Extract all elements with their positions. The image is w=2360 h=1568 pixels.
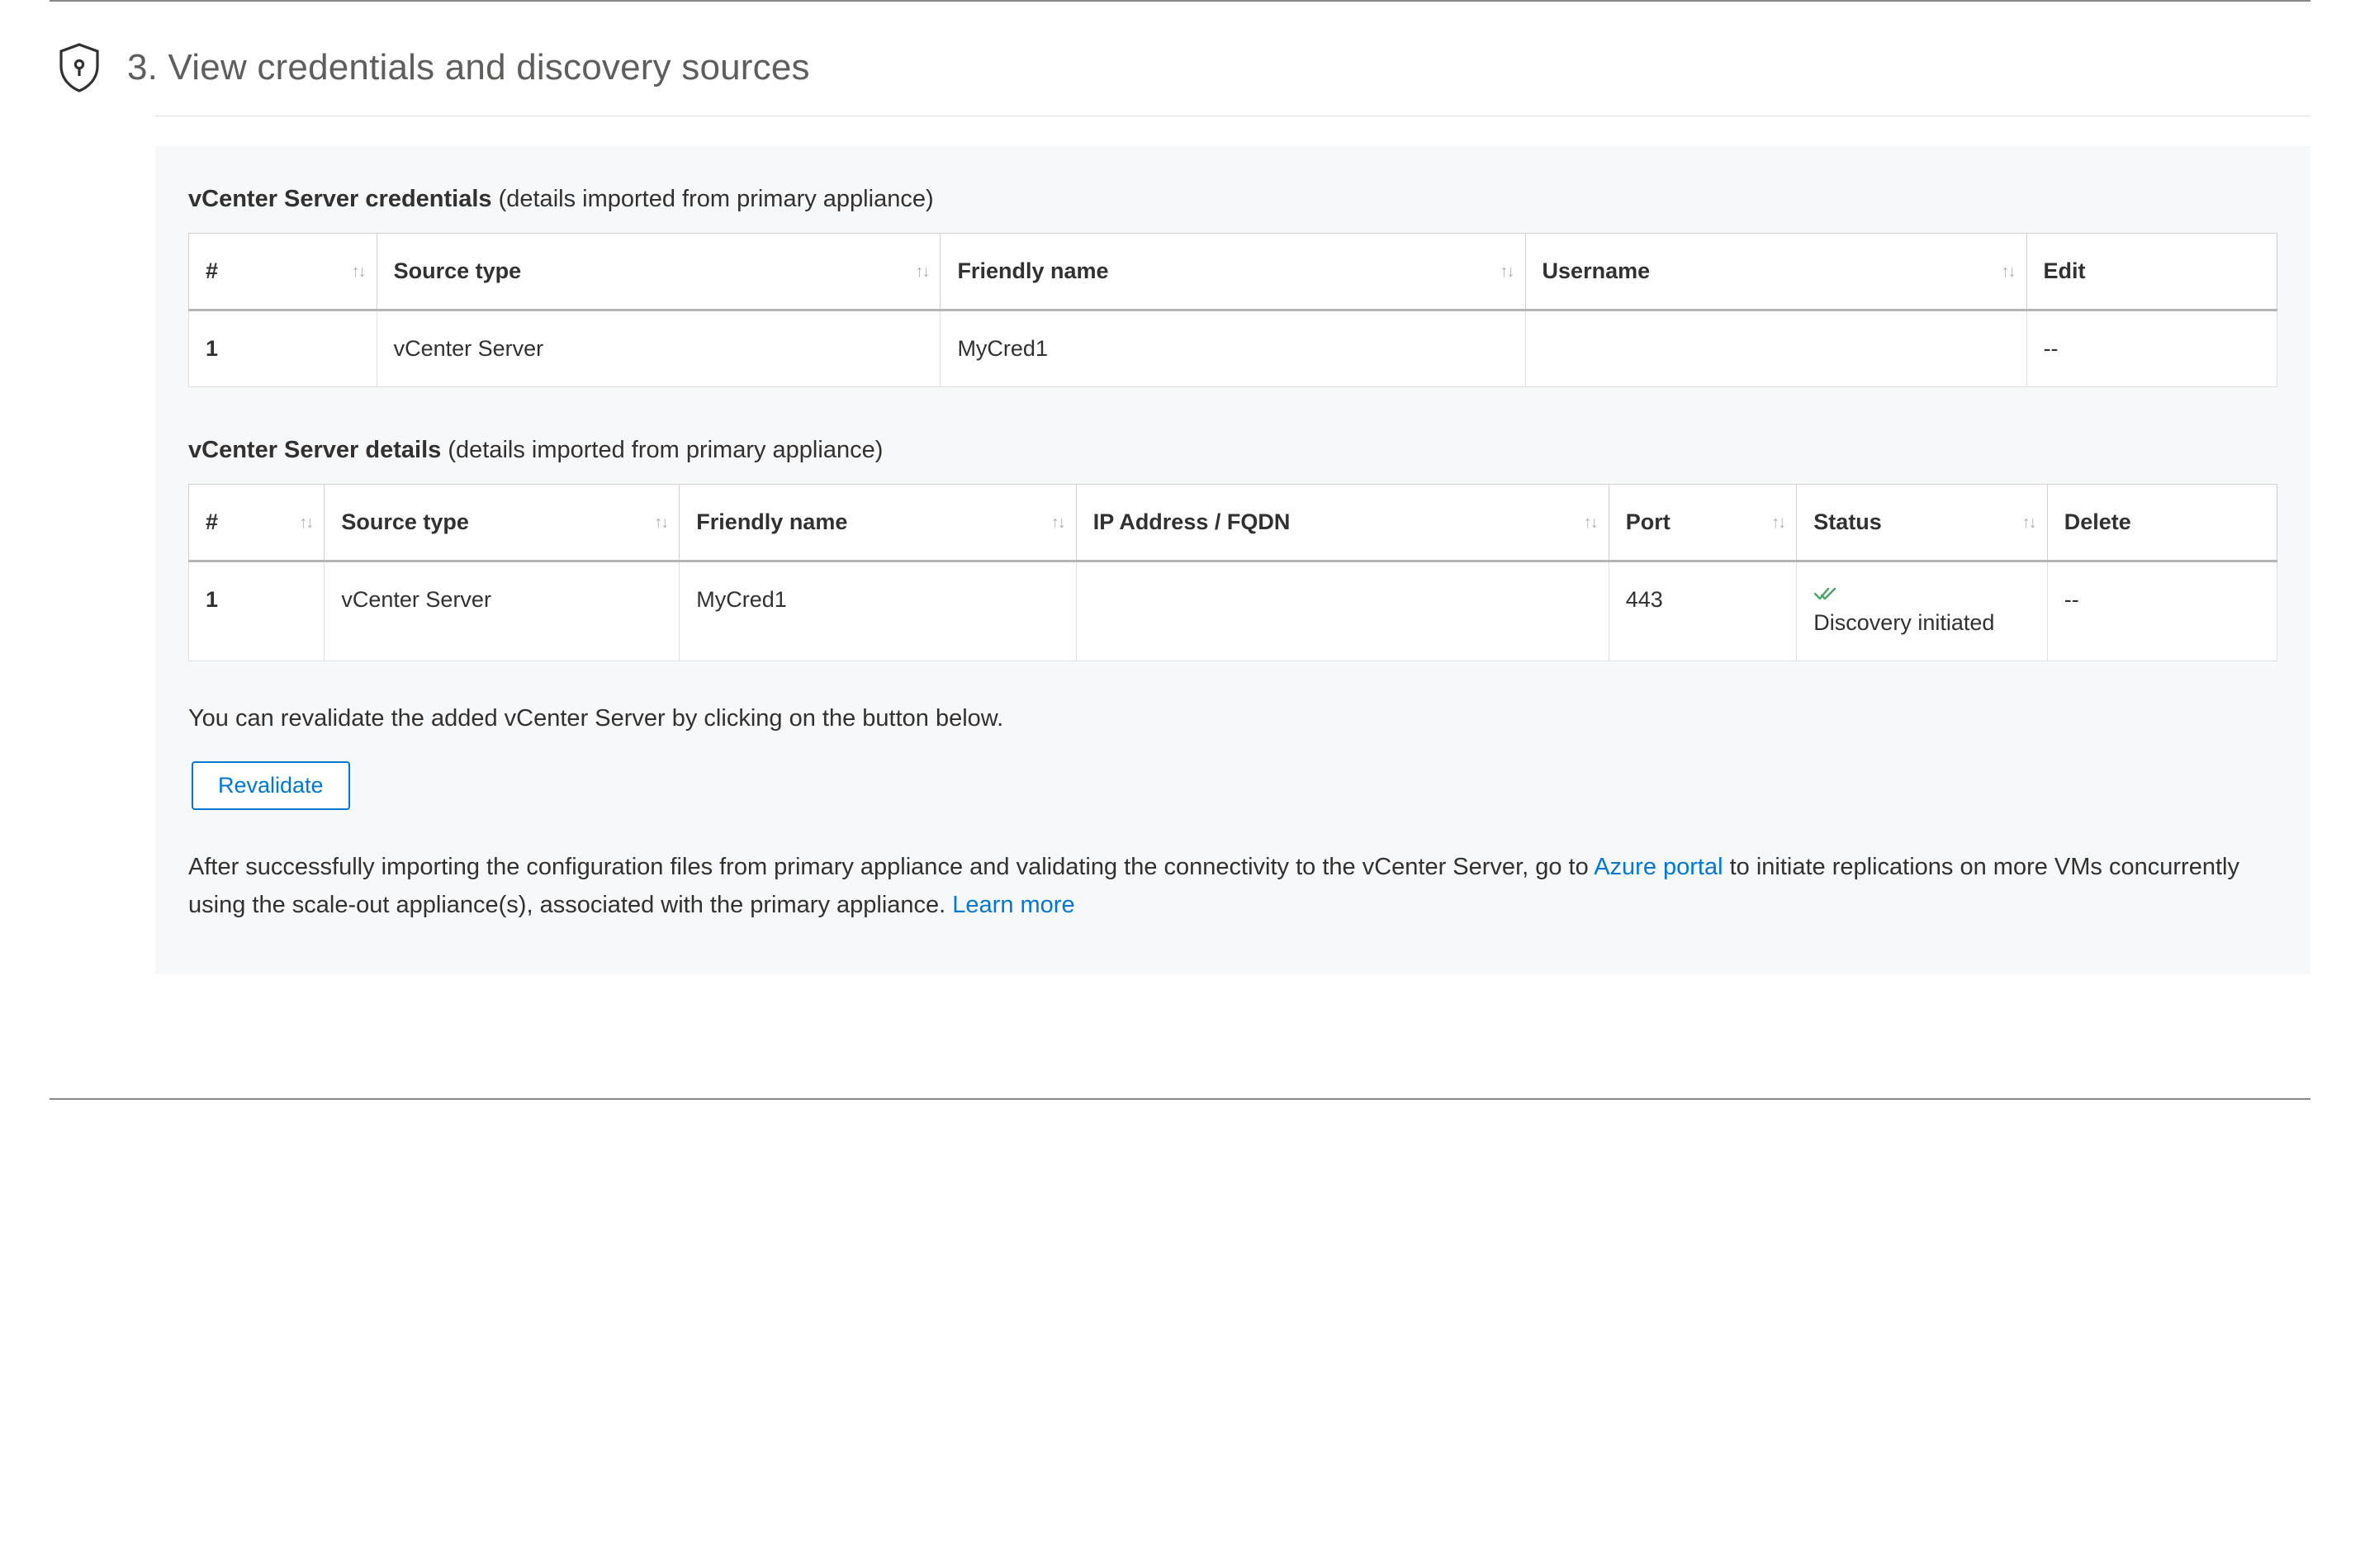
cell-source-type: vCenter Server xyxy=(325,561,680,661)
cell-source-type: vCenter Server xyxy=(377,310,941,387)
top-divider xyxy=(50,0,2310,2)
col-ip[interactable]: IP Address / FQDN↑↓ xyxy=(1076,485,1609,561)
col-port[interactable]: Port↑↓ xyxy=(1609,485,1797,561)
col-source-type[interactable]: Source type↑↓ xyxy=(377,234,941,310)
step-header: 3. View credentials and discovery source… xyxy=(50,43,2310,116)
status-text: Discovery initiated xyxy=(1813,609,2030,637)
col-num[interactable]: #↑↓ xyxy=(189,485,325,561)
col-friendly-name[interactable]: Friendly name↑↓ xyxy=(941,234,1525,310)
table-row: 1 vCenter Server MyCred1 443 xyxy=(189,561,2277,661)
learn-more-link[interactable]: Learn more xyxy=(952,892,1074,918)
cell-friendly-name: MyCred1 xyxy=(680,561,1077,661)
content-panel: vCenter Server credentials (details impo… xyxy=(155,146,2310,974)
azure-portal-link[interactable]: Azure portal xyxy=(1594,854,1723,880)
sort-icon: ↑↓ xyxy=(352,261,365,282)
col-delete: Delete xyxy=(2047,485,2277,561)
cell-friendly-name: MyCred1 xyxy=(941,310,1525,387)
sort-icon: ↑↓ xyxy=(1584,512,1597,533)
sort-icon: ↑↓ xyxy=(2022,512,2035,533)
step-title: 3. View credentials and discovery source… xyxy=(127,47,810,88)
cell-status: Discovery initiated xyxy=(1797,561,2047,661)
col-friendly-name[interactable]: Friendly name↑↓ xyxy=(680,485,1077,561)
credentials-subheader: vCenter Server credentials (details impo… xyxy=(188,186,2277,213)
cell-ip xyxy=(1076,561,1609,661)
cell-port: 443 xyxy=(1609,561,1797,661)
footer-text-part1: After successfully importing the configu… xyxy=(188,854,1594,880)
bottom-divider xyxy=(50,1098,2310,1100)
sort-icon: ↑↓ xyxy=(299,512,312,533)
cell-delete: -- xyxy=(2047,561,2277,661)
success-check-icon xyxy=(1813,585,1836,602)
col-edit: Edit xyxy=(2026,234,2277,310)
sort-icon: ↑↓ xyxy=(1500,261,1514,282)
details-subheader: vCenter Server details (details imported… xyxy=(188,437,2277,464)
sort-icon: ↑↓ xyxy=(1051,512,1064,533)
sort-icon: ↑↓ xyxy=(1771,512,1784,533)
sort-icon: ↑↓ xyxy=(654,512,667,533)
credentials-table: #↑↓ Source type↑↓ Friendly name↑↓ Userna… xyxy=(188,233,2277,387)
revalidate-button[interactable]: Revalidate xyxy=(192,761,350,810)
cell-num: 1 xyxy=(189,310,377,387)
col-source-type[interactable]: Source type↑↓ xyxy=(325,485,680,561)
col-num[interactable]: #↑↓ xyxy=(189,234,377,310)
revalidate-help-text: You can revalidate the added vCenter Ser… xyxy=(188,699,2277,737)
col-status[interactable]: Status↑↓ xyxy=(1797,485,2047,561)
details-table: #↑↓ Source type↑↓ Friendly name↑↓ IP Add… xyxy=(188,484,2277,661)
footer-text: After successfully importing the configu… xyxy=(188,848,2277,925)
table-row: 1 vCenter Server MyCred1 -- xyxy=(189,310,2277,387)
cell-username xyxy=(1525,310,2026,387)
shield-icon xyxy=(58,43,101,92)
sort-icon: ↑↓ xyxy=(915,261,928,282)
col-username[interactable]: Username↑↓ xyxy=(1525,234,2026,310)
sort-icon: ↑↓ xyxy=(2002,261,2015,282)
cell-num: 1 xyxy=(189,561,325,661)
cell-edit: -- xyxy=(2026,310,2277,387)
